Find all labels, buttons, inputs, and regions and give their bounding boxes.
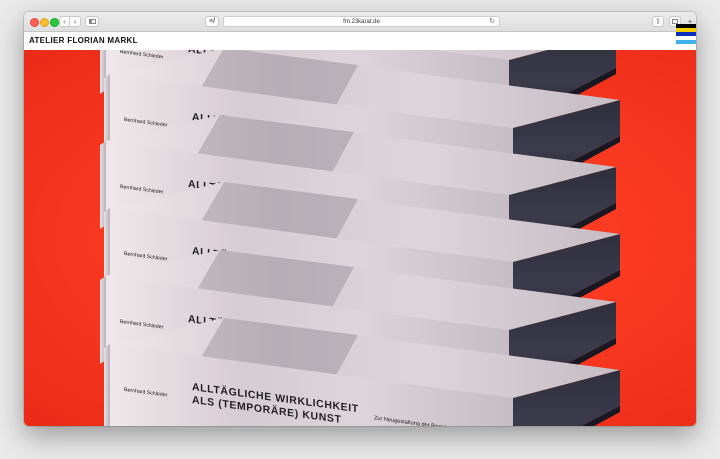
url-text: fm.23karat.de [343,19,380,25]
forward-icon: › [73,16,77,26]
address-bar[interactable]: fm.23karat.de ↻ [223,16,500,27]
hero-image: Bernhard SchiederALLTÄGLICHE WIRKLICHKEI… [24,50,696,426]
reader-button[interactable]: ≡/ [205,16,219,27]
menu-stripe [676,40,696,44]
minimize-window-button[interactable] [40,18,49,27]
site-title[interactable]: ATELIER FLORIAN MARKL [29,32,138,50]
back-icon: ‹ [63,16,66,26]
share-button[interactable]: ⇪ [652,16,664,27]
browser-toolbar: ‹ › ≡/ fm.23karat.de ↻ ⇪ + [24,12,696,32]
sidebar-icon [88,19,96,24]
zoom-window-button[interactable] [50,18,59,27]
share-icon: ⇪ [654,16,662,26]
close-window-button[interactable] [30,18,39,27]
menu-icon[interactable] [676,24,696,50]
back-button[interactable]: ‹ [59,16,70,27]
browser-window: ‹ › ≡/ fm.23karat.de ↻ ⇪ + ATELIER FLORI… [24,12,696,426]
site-header: ATELIER FLORIAN MARKL [24,32,696,50]
reader-icon: ≡/ [208,18,216,25]
reload-icon[interactable]: ↻ [489,17,495,27]
sidebar-toggle-button[interactable] [85,16,99,27]
book-stack-image: Bernhard SchiederALLTÄGLICHE WIRKLICHKEI… [100,50,620,426]
forward-button[interactable]: › [70,16,81,27]
